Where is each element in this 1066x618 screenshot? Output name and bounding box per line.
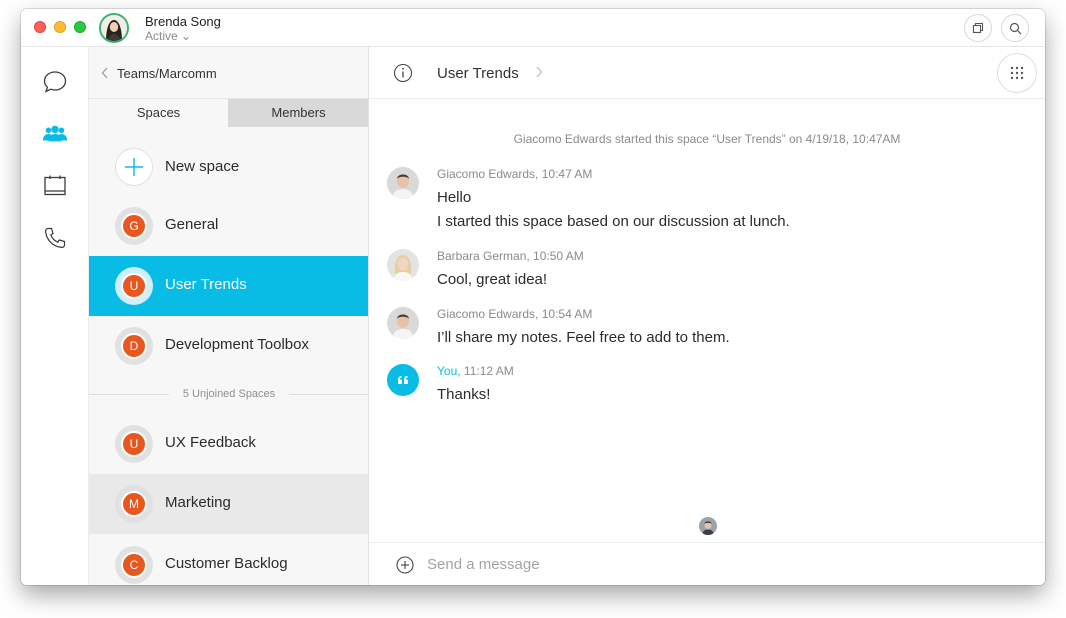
app-window: Brenda Song Active ⌄ Teams/Marcomm Space… <box>21 9 1045 585</box>
new-space-label: New space <box>165 158 240 175</box>
space-item-ux-feedback[interactable]: U UX Feedback <box>89 414 368 474</box>
message-author: Giacomo Edwards <box>437 167 536 181</box>
space-item-customer-backlog[interactable]: C Customer Backlog <box>89 535 368 585</box>
space-avatar: G <box>121 213 147 239</box>
message-meta: Giacomo Edwards, 10:54 AM <box>437 307 593 321</box>
popout-icon <box>972 22 984 34</box>
space-name: User Trends <box>165 276 247 293</box>
tab-members[interactable]: Members <box>228 99 368 127</box>
space-item-development-toolbox[interactable]: D Development Toolbox <box>89 316 368 376</box>
chevron-right-icon[interactable] <box>535 66 543 78</box>
space-avatar-ring: U <box>115 425 153 463</box>
space-avatar-ring: G <box>115 207 153 245</box>
avatar[interactable] <box>387 364 419 396</box>
avatar[interactable] <box>387 307 419 339</box>
read-receipt-avatar[interactable] <box>699 517 717 535</box>
message-meta: Giacomo Edwards, 10:47 AM <box>437 167 593 181</box>
nav-calls-button[interactable] <box>42 225 68 251</box>
user-status[interactable]: Active ⌄ <box>145 29 191 43</box>
person-photo-icon <box>387 167 419 199</box>
breadcrumb[interactable]: Teams/Marcomm <box>89 47 368 99</box>
space-name: General <box>165 216 219 233</box>
space-avatar: U <box>121 431 147 457</box>
grid-dots-icon <box>1010 66 1024 80</box>
message-time: 11:12 AM <box>463 364 514 378</box>
chat-area: User Trends Giacomo Edwards started this… <box>369 47 1045 585</box>
nav-teams-button[interactable] <box>42 121 68 147</box>
space-avatar: D <box>121 333 147 359</box>
person-photo-icon <box>101 15 127 41</box>
message-text: I’ll share my notes. Feel free to add to… <box>437 329 730 346</box>
space-avatar-ring: C <box>115 546 153 584</box>
space-item-general[interactable]: G General <box>89 196 368 256</box>
calendar-icon <box>44 175 66 196</box>
phone-icon <box>45 227 66 248</box>
space-avatar-ring: U <box>115 267 153 305</box>
space-avatar: U <box>121 273 147 299</box>
search-button[interactable] <box>1001 14 1029 42</box>
unjoined-spaces-label[interactable]: 5 Unjoined Spaces <box>89 388 368 400</box>
add-attachment-icon[interactable] <box>396 556 414 574</box>
popout-button[interactable] <box>964 14 992 42</box>
message-author: Giacomo Edwards <box>437 307 536 321</box>
message-author: You <box>437 364 458 378</box>
space-avatar: M <box>121 491 147 517</box>
message-text: Cool, great idea! <box>437 271 548 288</box>
breadcrumb-text[interactable]: Teams/Marcomm <box>117 66 217 81</box>
nav-meetings-button[interactable] <box>42 173 68 199</box>
chat-bubble-icon <box>43 71 67 93</box>
chat-header: User Trends <box>369 47 1045 99</box>
message-composer <box>369 542 1045 585</box>
title-bar: Brenda Song Active ⌄ <box>21 9 1045 47</box>
space-name: Development Toolbox <box>165 336 309 353</box>
search-icon <box>1009 22 1021 34</box>
space-name: Customer Backlog <box>165 555 288 572</box>
maximize-window-button[interactable] <box>74 21 86 33</box>
person-photo-icon <box>699 517 717 535</box>
system-message: Giacomo Edwards started this space “User… <box>513 132 901 146</box>
avatar[interactable] <box>387 249 419 281</box>
tab-spaces[interactable]: Spaces <box>89 99 228 127</box>
new-space-button[interactable]: New space <box>89 137 368 197</box>
message-meta: You, 11:12 AM <box>437 364 514 378</box>
plus-icon <box>125 158 143 176</box>
space-name: Marketing <box>165 494 231 511</box>
spaces-panel: Teams/Marcomm Spaces Members New space G… <box>89 47 369 585</box>
space-item-user-trends[interactable]: U User Trends <box>89 256 368 316</box>
message-author: Barbara German <box>437 249 527 263</box>
user-avatar[interactable] <box>99 13 129 43</box>
chat-title[interactable]: User Trends <box>437 65 519 82</box>
nav-rail <box>21 47 89 585</box>
chevron-left-icon[interactable] <box>101 67 109 79</box>
user-name: Brenda Song <box>145 14 221 29</box>
nav-messages-button[interactable] <box>42 69 68 95</box>
avatar[interactable] <box>387 167 419 199</box>
apps-button[interactable] <box>997 53 1037 93</box>
message-time: 10:50 AM <box>533 249 584 263</box>
add-space-circle <box>115 148 153 186</box>
panel-tabs: Spaces Members <box>89 99 368 127</box>
message-time: 10:54 AM <box>541 307 593 321</box>
message-text: Hello <box>437 189 472 206</box>
message-time: 10:47 AM <box>541 167 593 181</box>
space-avatar-ring: M <box>115 485 153 523</box>
teams-icon <box>42 125 68 142</box>
user-status-label: Active <box>145 29 178 43</box>
space-avatar-ring: D <box>115 327 153 365</box>
minimize-window-button[interactable] <box>54 21 66 33</box>
close-window-button[interactable] <box>34 21 46 33</box>
message-text: Thanks! <box>437 386 491 403</box>
quote-icon <box>398 376 408 384</box>
message-meta: Barbara German, 10:50 AM <box>437 249 584 263</box>
space-avatar: C <box>121 552 147 578</box>
space-item-marketing[interactable]: M Marketing <box>89 474 368 534</box>
person-photo-icon <box>387 307 419 339</box>
info-icon[interactable] <box>393 63 413 83</box>
space-name: UX Feedback <box>165 434 256 451</box>
chevron-down-icon: ⌄ <box>181 29 192 43</box>
person-photo-icon <box>387 249 419 281</box>
message-text: I started this space based on our discus… <box>437 213 790 230</box>
message-input[interactable] <box>427 552 987 576</box>
